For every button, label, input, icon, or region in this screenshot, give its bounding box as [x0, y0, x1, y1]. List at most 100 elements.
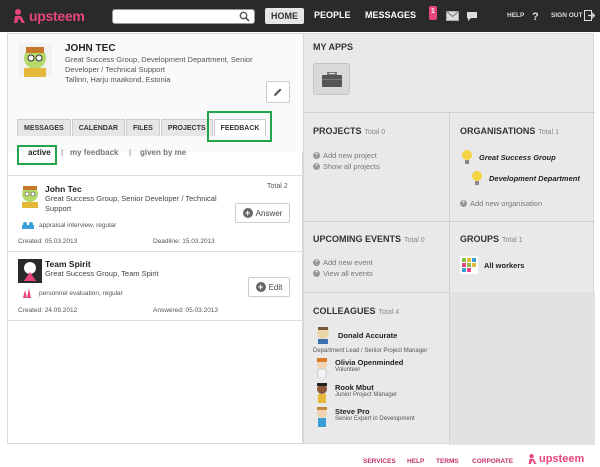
tab-projects[interactable]: PROJECTS	[160, 119, 213, 136]
organisations-title-text: ORGANISATIONS	[460, 126, 536, 136]
colleague-item[interactable]: Rook Mbut Junior Project Manager	[315, 383, 397, 403]
profile-location: Tallinn, Harju maakond, Estonia	[65, 75, 171, 84]
colleagues-title: COLLEAGUES Total 4	[313, 306, 399, 316]
add-organisation-link[interactable]: + Add new organisation	[460, 199, 542, 208]
subtab-my-feedback[interactable]: my feedback	[70, 148, 118, 157]
avatar	[317, 407, 327, 427]
group-item[interactable]: All workers	[460, 256, 524, 274]
colleague-item[interactable]: Steve Pro Senior Expert in Development	[315, 407, 415, 427]
briefcase-icon	[321, 71, 342, 87]
sign-out-link[interactable]: SIGN OUT	[551, 12, 582, 19]
feedback-type-text: personnel evaluation, regular	[39, 289, 123, 297]
left-panel: JOHN TEC Great Success Group, Developmen…	[7, 33, 304, 444]
subtab-separator: |	[61, 148, 64, 157]
add-organisation-text: Add new organisation	[470, 199, 543, 208]
feedback-tab-highlight	[207, 111, 272, 142]
colleague-info: Steve Pro Senior Expert in Development	[335, 407, 415, 422]
add-project-link[interactable]: + Add new project	[313, 151, 377, 160]
colleague-name: Olivia Openminded	[335, 358, 404, 367]
edit-button[interactable]: + Edit	[248, 277, 290, 297]
view-events-link[interactable]: • View all events	[313, 269, 373, 278]
pencil-icon	[274, 88, 282, 96]
profile-job-line1: Great Success Group, Development Departm…	[65, 55, 253, 64]
organisation-item[interactable]: Great Success Group	[460, 149, 556, 165]
group-name: All workers	[484, 260, 525, 270]
show-projects-link[interactable]: • Show all projects	[313, 162, 380, 171]
tab-files[interactable]: FILES	[125, 119, 160, 136]
list-icon: •	[313, 270, 320, 277]
feedback-subtitle: Great Success Group, Senior Developer / …	[45, 194, 217, 213]
footer-terms-link[interactable]: TERMS	[436, 458, 459, 465]
plus-icon: +	[460, 200, 467, 207]
search-icon[interactable]	[239, 11, 250, 22]
organisation-name: Great Success Group	[479, 152, 556, 162]
plus-icon: +	[313, 152, 320, 159]
active-subtab-highlight	[17, 145, 57, 165]
logo-text: upsteem	[29, 8, 85, 24]
feedback-type: personnel evaluation, regular	[22, 288, 123, 298]
organisation-name: Development Department	[489, 173, 580, 183]
nav-messages[interactable]: MESSAGES	[365, 10, 416, 20]
logo-mark-icon	[528, 454, 537, 464]
organisations-title: ORGANISATIONS Total 1	[460, 126, 559, 136]
mail-icon[interactable]	[446, 11, 459, 21]
nav-home[interactable]: HOME	[265, 8, 304, 24]
sign-out-icon[interactable]	[584, 10, 595, 21]
colleagues-total: Total 4	[378, 309, 400, 316]
feedback-name[interactable]: John Tec	[45, 184, 82, 194]
colleague-name: Donald Accurate	[338, 330, 398, 340]
colleague-name: Rook Mbut	[335, 383, 374, 392]
notification-badge[interactable]: 1	[429, 6, 437, 20]
profile-job: Great Success Group, Development Departm…	[65, 55, 275, 85]
footer-services-link[interactable]: SERVICES	[363, 458, 396, 465]
footer-corporate-link[interactable]: CORPORATE	[472, 458, 513, 465]
feedback-item[interactable]: Team Spirit Great Success Group, Team Sp…	[8, 253, 304, 321]
add-event-link[interactable]: + Add new event	[313, 258, 373, 267]
show-projects-text: Show all projects	[323, 162, 380, 171]
organisation-item[interactable]: Development Department	[470, 170, 580, 186]
upsteem-logo[interactable]: upsteem	[13, 8, 85, 24]
top-bar: upsteem HOME PEOPLE MESSAGES 1 HELP ? SI…	[0, 0, 600, 32]
feedback-type: appraisal interview, regular	[22, 221, 116, 229]
feedback-created: Created: 05.03.2013	[18, 238, 78, 245]
edit-profile-button[interactable]	[266, 81, 290, 103]
nav-people[interactable]: PEOPLE	[314, 10, 351, 20]
avatar[interactable]	[18, 43, 52, 77]
add-project-text: Add new project	[323, 151, 377, 160]
feedback-deadline: Deadline: 15.03.2013	[153, 238, 215, 245]
help-link[interactable]: HELP	[507, 12, 524, 19]
search-input[interactable]	[113, 10, 233, 23]
feedback-answered: Answered: 05.03.2013	[153, 307, 219, 314]
events-title: UPCOMING EVENTS Total 0	[313, 234, 425, 244]
feedback-name[interactable]: Team Spirit	[45, 259, 91, 269]
events-title-text: UPCOMING EVENTS	[313, 234, 402, 244]
feedback-created: Created: 24.09.2012	[18, 307, 78, 314]
feedback-item[interactable]: John Tec Great Success Group, Senior Dev…	[8, 176, 304, 252]
colleagues-title-text: COLLEAGUES	[313, 306, 376, 316]
footer-help-link[interactable]: HELP	[407, 458, 424, 465]
divider	[304, 292, 450, 293]
tab-calendar[interactable]: CALENDAR	[71, 119, 125, 136]
projects-title: PROJECTS Total 0	[313, 126, 385, 136]
logo-mark-icon	[14, 9, 25, 23]
colleague-item[interactable]: Donald Accurate	[315, 326, 397, 344]
footer-logo-text: upsteem	[539, 453, 585, 465]
colleague-item[interactable]: Olivia Openminded Volunteer	[315, 358, 403, 378]
plus-icon: +	[242, 208, 253, 218]
team-avatar	[18, 259, 42, 283]
app-tile[interactable]	[313, 63, 350, 95]
subtab-given-by-me[interactable]: given by me	[140, 148, 186, 157]
question-icon[interactable]: ?	[532, 10, 540, 21]
colleague-info: Olivia Openminded Volunteer	[335, 358, 403, 373]
answer-button[interactable]: + Answer	[235, 203, 290, 223]
lightbulb-icon	[462, 150, 472, 164]
chat-icon[interactable]	[466, 11, 478, 22]
avatar	[317, 358, 327, 378]
tab-messages[interactable]: MESSAGES	[17, 119, 71, 136]
footer-logo[interactable]: upsteem	[528, 453, 584, 465]
appraisal-icon	[22, 222, 34, 229]
avatar	[317, 383, 327, 403]
feedback-type-text: appraisal interview, regular	[39, 221, 117, 229]
feedback-subtitle: Great Success Group, Team Spirit	[45, 269, 159, 278]
search-box[interactable]	[112, 9, 255, 24]
